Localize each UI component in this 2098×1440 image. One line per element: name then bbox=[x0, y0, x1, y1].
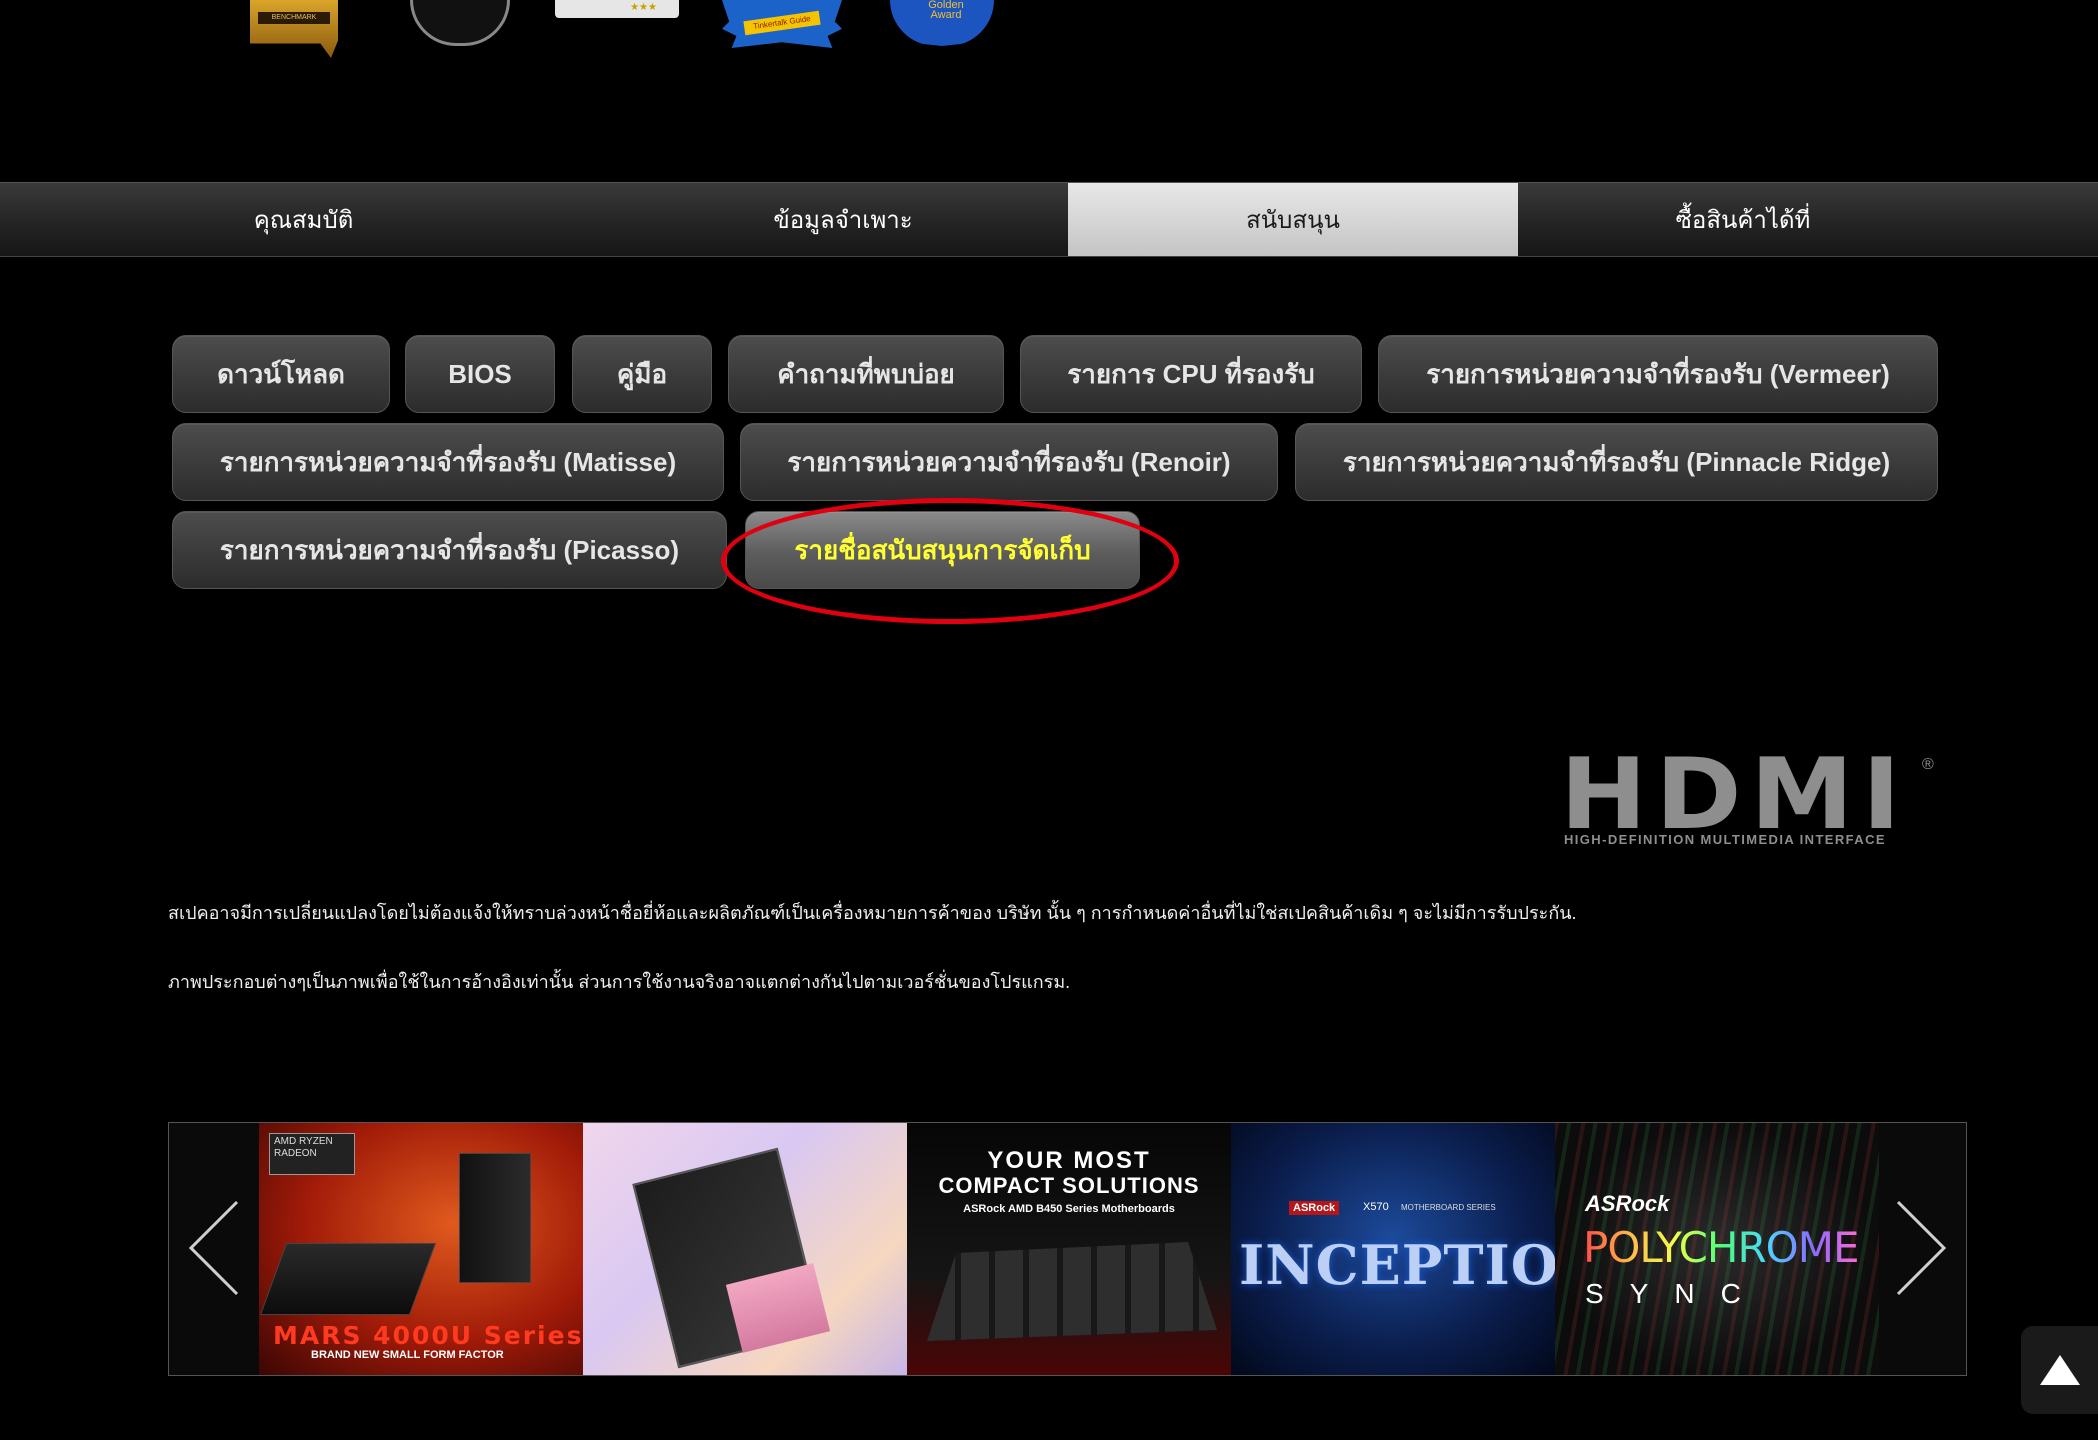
promo-carousel: AMD RYZEN RADEON MARS 4000U Series BRAND… bbox=[168, 1122, 1967, 1376]
award-stars: ★★★ bbox=[630, 2, 657, 13]
faq-button-label: คำถามที่พบบ่อย bbox=[777, 358, 955, 389]
b450-boards-image bbox=[927, 1242, 1217, 1341]
amd-ryzen-badge: AMD RYZEN RADEON bbox=[269, 1133, 355, 1175]
tab-specifications[interactable]: ข้อมูลจำเพาะ bbox=[618, 183, 1068, 256]
slide-pink-motherboard[interactable] bbox=[583, 1123, 907, 1375]
benchmark-label: BENCHMARK bbox=[258, 12, 330, 24]
motherboard-series-tag: MOTHERBOARD SERIES bbox=[1401, 1203, 1496, 1212]
award-ribbon: Tinkertalk Guide bbox=[743, 10, 821, 36]
memory-qvl-vermeer-button[interactable]: รายการหน่วยความจำที่รองรับ (Vermeer) bbox=[1378, 335, 1938, 413]
mars-subtitle: BRAND NEW SMALL FORM FACTOR bbox=[311, 1349, 504, 1361]
b450-headline-1: YOUR MOST bbox=[987, 1147, 1151, 1174]
back-to-top-button[interactable] bbox=[2021, 1326, 2098, 1414]
asrock-tag: ASRock bbox=[1289, 1201, 1340, 1215]
memory-qvl-renoir-button[interactable]: รายการหน่วยความจำที่รองรับ (Renoir) bbox=[740, 423, 1278, 501]
memory-qvl-picasso-label: รายการหน่วยความจำที่รองรับ (Picasso) bbox=[219, 534, 680, 565]
slide-x570-inception[interactable]: ASRock X570 MOTHERBOARD SERIES INCEPTION bbox=[1231, 1123, 1555, 1375]
awards-strip: BENCHMARK ★★★ Tinkertalk Guide Golden Aw… bbox=[170, 0, 1070, 60]
storage-support-list-label: รายชื่อสนับสนุนการจัดเก็บ bbox=[794, 534, 1091, 565]
product-tab-bar: คุณสมบัติ ข้อมูลจำเพาะ สนับสนุน ซื้อสินค… bbox=[0, 182, 2098, 257]
carousel-prev-arrow-icon[interactable] bbox=[169, 1183, 259, 1313]
memory-qvl-pinnacle-ridge-button[interactable]: รายการหน่วยความจำที่รองรับ (Pinnacle Rid… bbox=[1295, 423, 1938, 501]
carousel-slides: AMD RYZEN RADEON MARS 4000U Series BRAND… bbox=[259, 1123, 1879, 1375]
x570-tag: X570 bbox=[1363, 1201, 1389, 1213]
spec-disclaimer-text: สเปคอาจมีการเปลี่ยนแปลงโดยไม่ต้องแจ้งให้… bbox=[168, 903, 1577, 923]
bios-button[interactable]: BIOS bbox=[405, 335, 555, 413]
cpu-support-list-label: รายการ CPU ที่รองรับ bbox=[1067, 358, 1315, 389]
carousel-next-arrow-icon[interactable] bbox=[1876, 1183, 1966, 1313]
inception-title: INCEPTION bbox=[1239, 1233, 1555, 1297]
memory-qvl-pinnacle-ridge-label: รายการหน่วยความจำที่รองรับ (Pinnacle Rid… bbox=[1342, 446, 1891, 477]
mars-title: MARS 4000U Series bbox=[273, 1321, 583, 1350]
hdmi-logo-word: HDMI bbox=[1560, 738, 1910, 852]
manual-button[interactable]: คู่มือ bbox=[572, 335, 712, 413]
benchmark-award-badge: BENCHMARK bbox=[250, 0, 338, 58]
polychrome-title: POLYCHROME bbox=[1583, 1223, 1859, 1272]
hdmi-registered-mark: ® bbox=[1922, 756, 1934, 773]
storage-support-list-button[interactable]: รายชื่อสนับสนุนการจัดเก็บ bbox=[745, 511, 1140, 589]
golden-award-label: Golden Award bbox=[928, 0, 964, 21]
memory-qvl-picasso-button[interactable]: รายการหน่วยความจำที่รองรับ (Picasso) bbox=[172, 511, 727, 589]
image-disclaimer-text: ภาพประกอบต่างๆเป็นภาพเพื่อใช้ในการอ้างอิ… bbox=[168, 972, 1071, 992]
round-award-badge bbox=[410, 0, 510, 46]
b450-subline: ASRock AMD B450 Series Motherboards bbox=[963, 1203, 1175, 1215]
hdmi-logo-subtitle: HIGH-DEFINITION MULTIMEDIA INTERFACE bbox=[1564, 832, 1886, 847]
cpu-support-list-button[interactable]: รายการ CPU ที่รองรับ bbox=[1020, 335, 1362, 413]
memory-qvl-vermeer-label: รายการหน่วยความจำที่รองรับ (Vermeer) bbox=[1426, 358, 1890, 389]
mini-pc-flat-image bbox=[259, 1243, 437, 1315]
bios-button-label: BIOS bbox=[448, 358, 512, 389]
asrock-logo: ASRock bbox=[1585, 1191, 1670, 1216]
slide-polychrome-sync[interactable]: ASRock POLYCHROME SYNC bbox=[1555, 1123, 1879, 1375]
slide-mars-4000u[interactable]: AMD RYZEN RADEON MARS 4000U Series BRAND… bbox=[259, 1123, 583, 1375]
memory-qvl-matisse-label: รายการหน่วยความจำที่รองรับ (Matisse) bbox=[219, 446, 677, 477]
guide-award-badge: Tinkertalk Guide bbox=[722, 0, 842, 48]
memory-qvl-matisse-button[interactable]: รายการหน่วยความจำที่รองรับ (Matisse) bbox=[172, 423, 724, 501]
polychrome-sync-label: SYNC bbox=[1585, 1278, 1767, 1309]
arrow-up-icon bbox=[2039, 1355, 2080, 1385]
slide-b450-compact[interactable]: YOUR MOST COMPACT SOLUTIONS ASRock AMD B… bbox=[907, 1123, 1231, 1375]
download-button-label: ดาวน์โหลด bbox=[217, 358, 345, 389]
memory-qvl-renoir-label: รายการหน่วยความจำที่รองรับ (Renoir) bbox=[787, 446, 1231, 477]
hdmi-logo: HDMI ® HIGH-DEFINITION MULTIMEDIA INTERF… bbox=[1560, 746, 1940, 852]
download-button[interactable]: ดาวน์โหลด bbox=[172, 335, 390, 413]
faq-button[interactable]: คำถามที่พบบ่อย bbox=[728, 335, 1004, 413]
manual-button-label: คู่มือ bbox=[616, 358, 668, 389]
tab-features-label: คุณสมบัติ bbox=[253, 207, 354, 234]
tab-specifications-label: ข้อมูลจำเพาะ bbox=[773, 207, 913, 234]
golden-award-badge: Golden Award bbox=[890, 0, 994, 46]
mini-pc-tower-image bbox=[459, 1153, 531, 1283]
tab-where-to-buy[interactable]: ซื้อสินค้าได้ที่ bbox=[1518, 183, 1968, 256]
star-award-badge: ★★★ bbox=[555, 0, 679, 18]
tab-where-to-buy-label: ซื้อสินค้าได้ที่ bbox=[1675, 207, 1811, 234]
b450-headline-2: COMPACT SOLUTIONS bbox=[938, 1173, 1200, 1198]
tab-support-label: สนับสนุน bbox=[1246, 207, 1340, 234]
tab-support[interactable]: สนับสนุน bbox=[1068, 183, 1518, 256]
